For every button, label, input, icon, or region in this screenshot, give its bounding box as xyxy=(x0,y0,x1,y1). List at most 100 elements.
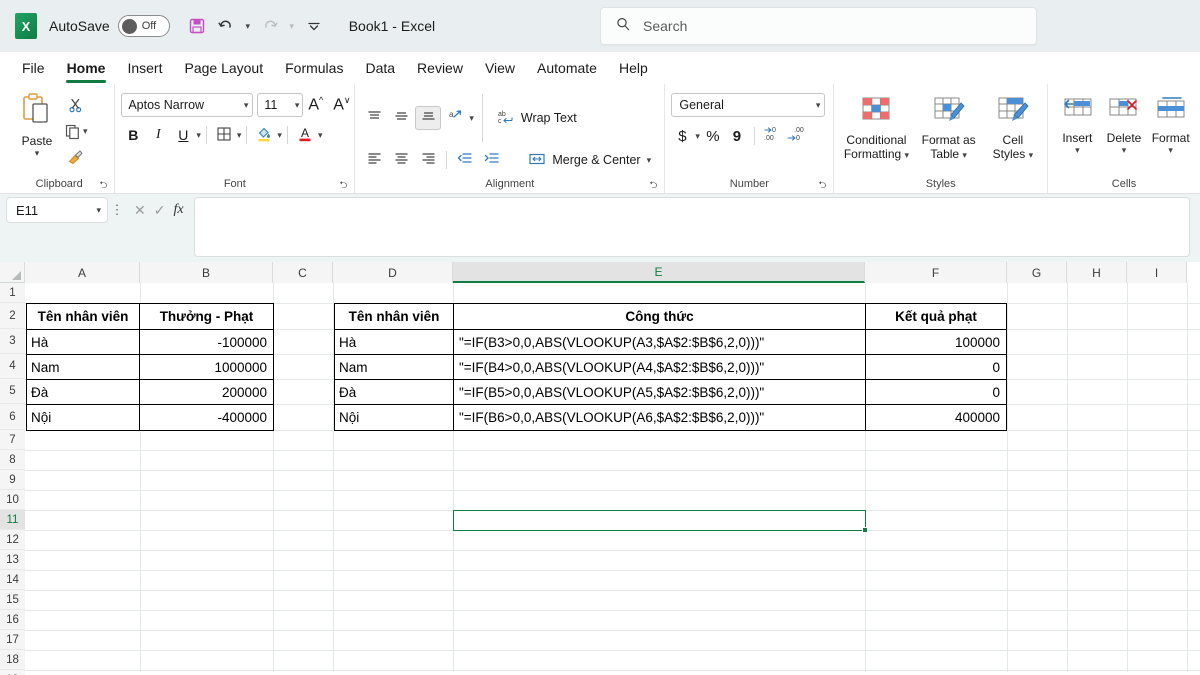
row-header-13[interactable]: 13 xyxy=(0,550,25,570)
undo-icon[interactable] xyxy=(213,13,239,39)
row-header-11[interactable]: 11 xyxy=(0,510,25,530)
row-header-14[interactable]: 14 xyxy=(0,570,25,590)
formula-input[interactable] xyxy=(193,197,1190,257)
accounting-chevron-down-icon[interactable]: ▾ xyxy=(695,131,700,142)
conditional-formatting-chevron-down-icon[interactable]: ▾ xyxy=(905,150,910,160)
column-header-h[interactable]: H xyxy=(1067,262,1127,283)
copy-button[interactable]: ▾ xyxy=(64,119,88,143)
autosave-toggle[interactable]: Off xyxy=(117,15,170,37)
row-header-3[interactable]: 3 xyxy=(0,329,25,354)
text-orientation-chevron-down-icon[interactable]: ▾ xyxy=(469,113,474,124)
cell-styles-button[interactable]: Cell Styles ▾ xyxy=(985,93,1041,162)
tab-insert[interactable]: Insert xyxy=(117,56,172,81)
align-middle-button[interactable] xyxy=(388,106,414,130)
wrap-text-button[interactable]: ab c Wrap Text xyxy=(493,106,581,130)
clipboard-dialog-launcher-icon[interactable]: ⮌ xyxy=(97,180,109,192)
font-name-input[interactable]: Aptos Narrow ▾ xyxy=(121,93,254,117)
more-options-icon[interactable]: ⋮ xyxy=(108,197,126,223)
format-painter-button[interactable] xyxy=(67,145,84,169)
number-format-select[interactable]: General ▾ xyxy=(671,93,826,117)
row-header-19[interactable]: 19 xyxy=(0,670,25,675)
row-header-1[interactable]: 1 xyxy=(0,283,25,303)
delete-chevron-down-icon[interactable]: ▾ xyxy=(1122,145,1127,156)
tab-file[interactable]: File xyxy=(12,56,55,81)
copy-chevron-down-icon[interactable]: ▾ xyxy=(83,126,88,137)
font-name-chevron-down-icon[interactable]: ▾ xyxy=(244,100,249,111)
customize-quick-access-toolbar-icon[interactable] xyxy=(301,13,327,39)
underline-button[interactable]: U xyxy=(171,123,195,147)
row-header-16[interactable]: 16 xyxy=(0,610,25,630)
fill-color-button[interactable] xyxy=(252,123,276,147)
insert-function-icon[interactable]: fx xyxy=(173,202,183,218)
number-dialog-launcher-icon[interactable]: ⮌ xyxy=(816,180,828,192)
align-left-button[interactable] xyxy=(361,148,387,172)
text-orientation-button[interactable]: a xyxy=(442,106,468,130)
fill-handle[interactable] xyxy=(862,527,868,533)
align-top-button[interactable] xyxy=(361,106,387,130)
row-header-10[interactable]: 10 xyxy=(0,490,25,510)
name-box[interactable]: E11 ▾ xyxy=(6,197,108,223)
search-input[interactable]: Search xyxy=(600,7,1037,45)
tab-automate[interactable]: Automate xyxy=(527,56,607,81)
column-header-c[interactable]: C xyxy=(273,262,333,283)
save-icon[interactable] xyxy=(184,13,210,39)
format-cells-button[interactable]: Format ▾ xyxy=(1147,93,1194,156)
cut-button[interactable] xyxy=(67,93,84,117)
decrease-font-size-button[interactable]: A∨ xyxy=(328,95,355,114)
increase-indent-button[interactable] xyxy=(479,148,505,172)
borders-chevron-down-icon[interactable]: ▾ xyxy=(237,130,242,141)
number-format-chevron-down-icon[interactable]: ▾ xyxy=(816,100,821,111)
merge-chevron-down-icon[interactable]: ▾ xyxy=(647,155,652,166)
tab-home[interactable]: Home xyxy=(57,56,116,83)
increase-decimal-button[interactable]: 0 .00 xyxy=(761,124,783,148)
row-header-12[interactable]: 12 xyxy=(0,530,25,550)
active-cell-selection-e11[interactable] xyxy=(453,510,866,531)
row-header-17[interactable]: 17 xyxy=(0,630,25,650)
insert-cells-button[interactable]: Insert ▾ xyxy=(1054,93,1101,156)
tab-view[interactable]: View xyxy=(475,56,525,81)
row-header-15[interactable]: 15 xyxy=(0,590,25,610)
paste-button[interactable]: Paste ▾ xyxy=(10,89,64,159)
select-all-corner-button[interactable] xyxy=(0,262,25,283)
row-header-2[interactable]: 2 xyxy=(0,303,25,329)
row-header-4[interactable]: 4 xyxy=(0,354,25,379)
align-bottom-button[interactable] xyxy=(415,106,442,130)
font-size-chevron-down-icon[interactable]: ▾ xyxy=(295,100,300,111)
increase-font-size-button[interactable]: A^ xyxy=(303,95,328,114)
delete-cells-button[interactable]: Delete ▾ xyxy=(1101,93,1148,156)
bold-button[interactable]: B xyxy=(121,123,145,147)
borders-button[interactable] xyxy=(212,123,236,147)
format-as-table-button[interactable]: Format as Table ▾ xyxy=(913,93,985,162)
merge-and-center-button[interactable]: Merge & Center ▾ xyxy=(524,148,655,172)
font-size-input[interactable]: 11 ▾ xyxy=(257,93,304,117)
row-header-7[interactable]: 7 xyxy=(0,430,25,450)
tab-page-layout[interactable]: Page Layout xyxy=(174,56,273,81)
column-header-d[interactable]: D xyxy=(333,262,453,283)
column-header-g[interactable]: G xyxy=(1007,262,1067,283)
tab-data[interactable]: Data xyxy=(355,56,405,81)
alignment-dialog-launcher-icon[interactable]: ⮌ xyxy=(647,180,659,192)
row-header-9[interactable]: 9 xyxy=(0,470,25,490)
row-header-6[interactable]: 6 xyxy=(0,404,25,430)
italic-button[interactable]: I xyxy=(146,123,170,147)
percent-style-button[interactable]: % xyxy=(702,124,724,148)
redo-dropdown-chevron-down-icon[interactable]: ▾ xyxy=(286,21,298,32)
column-header-f[interactable]: F xyxy=(865,262,1007,283)
row-header-18[interactable]: 18 xyxy=(0,650,25,670)
conditional-formatting-button[interactable]: Conditional Formatting ▾ xyxy=(840,93,912,162)
format-chevron-down-icon[interactable]: ▾ xyxy=(1168,145,1173,156)
align-right-button[interactable] xyxy=(415,148,441,172)
align-center-button[interactable] xyxy=(388,148,414,172)
underline-chevron-down-icon[interactable]: ▾ xyxy=(196,130,201,141)
fill-color-chevron-down-icon[interactable]: ▾ xyxy=(277,130,282,141)
column-header-i[interactable]: I xyxy=(1127,262,1187,283)
column-header-b[interactable]: B xyxy=(140,262,273,283)
tab-review[interactable]: Review xyxy=(407,56,473,81)
decrease-indent-button[interactable] xyxy=(452,148,478,172)
undo-dropdown-chevron-down-icon[interactable]: ▾ xyxy=(242,21,254,32)
row-header-8[interactable]: 8 xyxy=(0,450,25,470)
comma-style-button[interactable]: 9 xyxy=(726,124,748,148)
paste-chevron-down-icon[interactable]: ▾ xyxy=(35,148,40,159)
column-header-e[interactable]: E xyxy=(453,262,865,283)
enter-icon[interactable]: ✓ xyxy=(154,202,166,219)
